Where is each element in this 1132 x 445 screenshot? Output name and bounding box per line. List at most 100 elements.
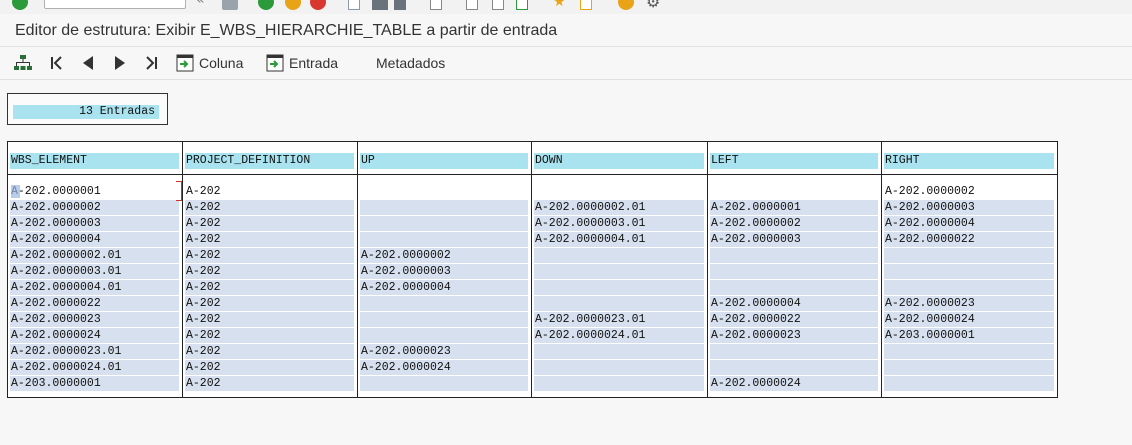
table-cell[interactable] xyxy=(534,360,704,375)
table-cell[interactable] xyxy=(710,344,878,359)
back-icon[interactable] xyxy=(258,0,274,10)
table-cell[interactable] xyxy=(884,264,1054,279)
table-cell[interactable] xyxy=(360,184,528,199)
table-cell[interactable]: A-202.0000003 xyxy=(884,200,1054,215)
table-cell[interactable]: A-202.0000004.01 xyxy=(534,232,704,247)
table-cell[interactable]: A-202.0000002.01 xyxy=(534,200,704,215)
table-cell[interactable]: A-202.0000002 xyxy=(10,200,179,215)
table-cell[interactable]: A-202 xyxy=(185,264,354,279)
table-cell[interactable]: A-202.0000022 xyxy=(884,232,1054,247)
table-cell[interactable]: A-202 xyxy=(185,328,354,343)
table-cell[interactable]: A-202.0000023 xyxy=(884,296,1054,311)
exit-icon[interactable] xyxy=(285,0,301,10)
table-cell[interactable] xyxy=(710,264,878,279)
enter-icon[interactable] xyxy=(12,0,28,10)
table-cell[interactable]: A-202.0000023.01 xyxy=(10,344,179,359)
table-cell[interactable]: A-202.0000003.01 xyxy=(534,216,704,231)
find-icon[interactable] xyxy=(372,0,388,10)
table-cell[interactable] xyxy=(534,344,704,359)
table-cell[interactable]: A-202.0000022 xyxy=(10,296,179,311)
command-field[interactable] xyxy=(44,0,186,9)
table-cell[interactable] xyxy=(884,280,1054,295)
table-cell[interactable]: A-202 xyxy=(185,360,354,375)
hierarchy-button[interactable] xyxy=(14,53,32,73)
column-header[interactable]: UP xyxy=(360,153,528,169)
table-cell[interactable]: A-202.0000024 xyxy=(710,376,878,391)
table-cell[interactable]: A-202.0000022 xyxy=(710,312,878,327)
table-cell[interactable]: A-202.0000023 xyxy=(10,312,179,327)
table-cell[interactable]: A-202.0000003 xyxy=(10,216,179,231)
table-cell[interactable]: A-202 xyxy=(185,296,354,311)
table-cell[interactable]: A-202.0000001 xyxy=(10,184,179,199)
table-cell[interactable] xyxy=(710,248,878,263)
previous-page-icon[interactable] xyxy=(466,0,478,10)
metadata-button[interactable]: Metadados xyxy=(376,53,445,73)
table-cell[interactable]: A-202.0000004 xyxy=(710,296,878,311)
table-cell[interactable] xyxy=(360,216,528,231)
last-entry-button[interactable] xyxy=(144,53,160,73)
table-cell[interactable]: A-202.0000004 xyxy=(884,216,1054,231)
table-cell[interactable] xyxy=(360,200,528,215)
table-cell[interactable] xyxy=(710,360,878,375)
table-cell[interactable] xyxy=(884,376,1054,391)
table-cell[interactable]: A-202.0000024.01 xyxy=(10,360,179,375)
table-cell[interactable] xyxy=(360,312,528,327)
table-cell[interactable] xyxy=(710,184,878,199)
table-cell[interactable] xyxy=(534,264,704,279)
table-cell[interactable] xyxy=(534,184,704,199)
table-cell[interactable] xyxy=(884,248,1054,263)
previous-entry-button[interactable] xyxy=(80,53,96,73)
table-cell[interactable]: A-203.0000001 xyxy=(884,328,1054,343)
table-cell[interactable]: A-202 xyxy=(185,184,354,199)
star-icon[interactable]: ★ xyxy=(553,0,569,9)
column-header[interactable]: PROJECT_DEFINITION xyxy=(185,153,354,169)
column-header[interactable]: DOWN xyxy=(534,153,704,169)
table-cell[interactable]: A-202.0000024.01 xyxy=(534,328,704,343)
entry-button[interactable]: Entrada xyxy=(266,53,338,73)
table-cell[interactable]: A-203.0000001 xyxy=(10,376,179,391)
table-cell[interactable] xyxy=(884,360,1054,375)
find-next-icon[interactable] xyxy=(394,0,406,10)
table-cell[interactable]: A-202.0000001 xyxy=(710,200,878,215)
table-cell[interactable]: A-202 xyxy=(185,248,354,263)
table-cell[interactable]: A-202 xyxy=(185,232,354,247)
table-cell[interactable] xyxy=(360,232,528,247)
cancel-icon[interactable] xyxy=(310,0,326,10)
table-cell[interactable] xyxy=(360,328,528,343)
table-cell[interactable]: A-202.0000024 xyxy=(360,360,528,375)
table-cell[interactable]: A-202.0000004 xyxy=(360,280,528,295)
table-cell[interactable] xyxy=(534,376,704,391)
table-cell[interactable]: A-202.0000024 xyxy=(10,328,179,343)
table-cell[interactable]: A-202 xyxy=(185,200,354,215)
table-cell[interactable]: A-202.0000024 xyxy=(884,312,1054,327)
table-cell[interactable]: A-202.0000023 xyxy=(710,328,878,343)
table-cell[interactable] xyxy=(360,376,528,391)
table-cell[interactable]: A-202.0000002.01 xyxy=(10,248,179,263)
table-cell[interactable]: A-202 xyxy=(185,216,354,231)
double-chevron-left-icon[interactable]: « xyxy=(196,0,212,8)
table-cell[interactable]: A-202 xyxy=(185,280,354,295)
save-icon[interactable] xyxy=(222,0,238,10)
next-page-icon[interactable] xyxy=(492,0,504,10)
table-cell[interactable]: A-202.0000003.01 xyxy=(10,264,179,279)
first-entry-button[interactable] xyxy=(48,53,64,73)
table-cell[interactable] xyxy=(884,344,1054,359)
gear-icon[interactable]: ⚙ xyxy=(646,0,662,11)
table-cell[interactable]: A-202.0000003 xyxy=(360,264,528,279)
print-icon[interactable] xyxy=(348,0,360,10)
column-header[interactable]: LEFT xyxy=(710,153,878,169)
favorites-icon[interactable] xyxy=(580,0,592,10)
table-cell[interactable]: A-202.0000004 xyxy=(10,232,179,247)
table-cell[interactable]: A-202.0000004.01 xyxy=(10,280,179,295)
table-cell[interactable]: A-202.0000023 xyxy=(360,344,528,359)
table-cell[interactable]: A-202 xyxy=(185,344,354,359)
table-cell[interactable]: A-202 xyxy=(185,376,354,391)
help-icon[interactable] xyxy=(618,0,634,10)
table-cell[interactable]: A-202.0000003 xyxy=(710,232,878,247)
table-cell[interactable]: A-202.0000002 xyxy=(884,184,1054,199)
table-cell[interactable]: A-202.0000002 xyxy=(360,248,528,263)
table-cell[interactable] xyxy=(534,248,704,263)
column-header[interactable]: RIGHT xyxy=(884,153,1054,169)
table-cell[interactable] xyxy=(534,280,704,295)
table-cell[interactable] xyxy=(534,296,704,311)
